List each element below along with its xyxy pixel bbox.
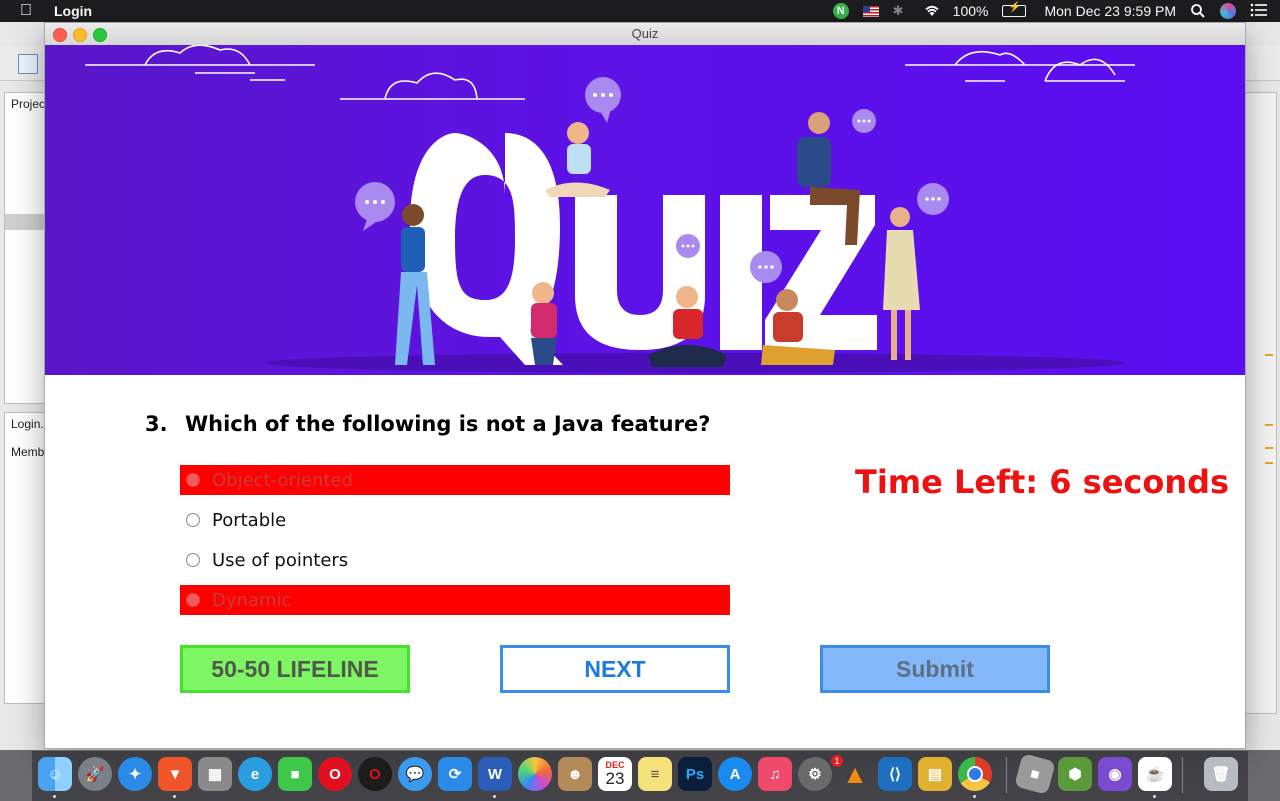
- vscode-icon[interactable]: ⟨⟩: [878, 757, 912, 791]
- system-preferences-icon[interactable]: ⚙: [798, 757, 832, 791]
- facetime-icon[interactable]: ■: [278, 757, 312, 791]
- spotlight-search-icon[interactable]: [1190, 3, 1206, 19]
- running-indicator: [53, 795, 56, 798]
- finder-icon[interactable]: ☺: [38, 757, 72, 791]
- option-radio[interactable]: [186, 553, 200, 567]
- virtualbox-icon[interactable]: ⬢: [1058, 757, 1092, 791]
- selected-tree-row[interactable]: [5, 214, 45, 230]
- running-indicator: [173, 795, 176, 798]
- option-label[interactable]: Use of pointers: [212, 550, 348, 571]
- opera-gx-icon[interactable]: O: [358, 757, 392, 791]
- word-icon[interactable]: W: [478, 757, 512, 791]
- navigator-tab-label[interactable]: Login.: [11, 417, 44, 431]
- projects-panel: Projec: [4, 92, 48, 404]
- option-3[interactable]: Use of pointers: [180, 545, 730, 575]
- battery-percent[interactable]: 100%: [953, 3, 989, 19]
- photoshop-icon[interactable]: Ps: [678, 757, 712, 791]
- trash-icon[interactable]: 🗑: [1204, 757, 1238, 791]
- java-icon[interactable]: ☕: [1138, 757, 1172, 791]
- bluetooth-icon[interactable]: ✱: [893, 3, 909, 19]
- edge-icon[interactable]: e: [238, 757, 272, 791]
- siri-icon[interactable]: [1220, 3, 1236, 19]
- n-status-icon[interactable]: N: [832, 3, 849, 19]
- option-2[interactable]: Portable: [180, 505, 730, 535]
- window-title: Quiz: [631, 26, 659, 41]
- editor-marker[interactable]: [1265, 424, 1273, 426]
- dock: ☺ 🚀 ✦ ▼ ▦ e ■ O O 💬 ⟳ W ☻ DEC 23 ≡ Ps A …: [32, 750, 1248, 801]
- editor-marker[interactable]: [1265, 354, 1273, 356]
- navigator-panel: Login. Memb: [4, 412, 48, 704]
- calendar-day: 23: [605, 768, 625, 788]
- status-area: N ✱ 100% Mon Dec 23 9:59 PM: [832, 0, 1280, 22]
- safari-icon[interactable]: ✦: [118, 757, 152, 791]
- editor-marker[interactable]: [1265, 462, 1273, 464]
- lifeline-50-50-button[interactable]: 50-50 LIFELINE: [180, 645, 410, 693]
- messages-icon[interactable]: 💬: [398, 757, 432, 791]
- dock-separator: [1182, 757, 1183, 793]
- running-indicator: [973, 795, 976, 798]
- shareit-icon[interactable]: ⟳: [438, 757, 472, 791]
- app-store-icon[interactable]: A: [718, 757, 752, 791]
- wifi-icon[interactable]: [923, 3, 939, 19]
- quiz-banner-image: [45, 45, 1245, 375]
- menu-bar:  Login N ✱ 100% Mon Dec 23 9:59 PM: [0, 0, 1280, 22]
- calendar-icon[interactable]: DEC 23: [598, 757, 632, 791]
- time-left-label: Time Left: 6 seconds: [855, 463, 1230, 501]
- question-number: 3.: [145, 412, 168, 436]
- option-4: Dynamic: [180, 585, 730, 615]
- chrome-icon[interactable]: [958, 757, 992, 791]
- app-menu-name[interactable]: Login: [54, 3, 92, 19]
- question-label: Which of the following is not a Java fea…: [185, 412, 711, 436]
- projects-tab-label[interactable]: Projec: [11, 97, 45, 111]
- roblox-icon[interactable]: ■: [1014, 753, 1056, 795]
- editor-marker[interactable]: [1265, 447, 1273, 449]
- opera-icon[interactable]: O: [318, 757, 352, 791]
- option-1: Object-oriented: [180, 465, 730, 495]
- vlc-icon[interactable]: ▲: [838, 757, 872, 791]
- new-project-icon[interactable]: [18, 54, 38, 74]
- music-icon[interactable]: ♫: [758, 757, 792, 791]
- brave-icon[interactable]: ▼: [158, 757, 192, 791]
- battery-icon[interactable]: [1002, 2, 1027, 17]
- next-button[interactable]: NEXT: [500, 645, 730, 693]
- running-indicator: [493, 795, 496, 798]
- option-label: Object-oriented: [212, 469, 353, 491]
- editor-right-gutter: [1245, 92, 1277, 714]
- input-source-flag-icon[interactable]: [862, 5, 879, 17]
- option-radio: [186, 473, 200, 487]
- running-indicator: [1153, 795, 1156, 798]
- question-text: 3. Which of the following is not a Java f…: [145, 412, 710, 436]
- contacts-icon[interactable]: ☻: [558, 757, 592, 791]
- option-radio: [186, 593, 200, 607]
- submit-button[interactable]: Submit: [820, 645, 1050, 693]
- github-desktop-icon[interactable]: ◉: [1098, 757, 1132, 791]
- photos-icon[interactable]: [518, 757, 552, 791]
- launchpad-icon[interactable]: 🚀: [78, 757, 112, 791]
- apple-menu-icon[interactable]: : [20, 2, 38, 20]
- members-dropdown-label[interactable]: Memb: [11, 445, 44, 459]
- option-label: Dynamic: [212, 589, 292, 611]
- option-radio[interactable]: [186, 513, 200, 527]
- clock[interactable]: Mon Dec 23 9:59 PM: [1044, 3, 1176, 19]
- option-label[interactable]: Portable: [212, 510, 286, 531]
- quiz-window: Quiz 3. Which of the following is not a …: [45, 23, 1245, 748]
- archive-utility-icon[interactable]: ▤: [918, 757, 952, 791]
- dock-separator: [1006, 757, 1007, 793]
- notification-center-icon[interactable]: [1250, 3, 1267, 19]
- notes-icon[interactable]: ≡: [638, 757, 672, 791]
- window-titlebar[interactable]: Quiz: [45, 23, 1245, 46]
- calculator-icon[interactable]: ▦: [198, 757, 232, 791]
